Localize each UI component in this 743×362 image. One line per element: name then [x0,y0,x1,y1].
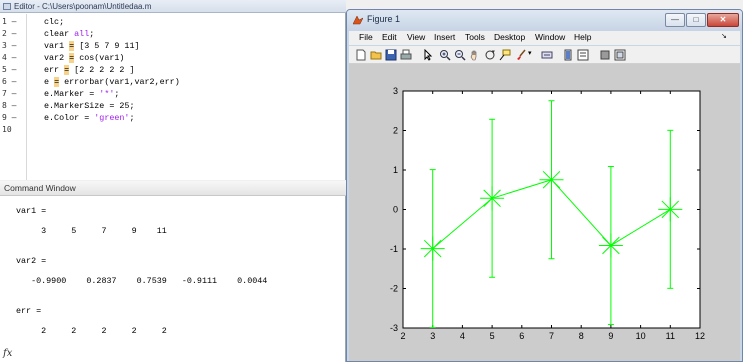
command-output-line: 2 2 2 2 2 [16,326,167,336]
line-number: 8 – [2,101,17,110]
code-line[interactable]: clc; [44,16,64,28]
line-number: 5 – [2,65,17,74]
y-tick-label: 1 [393,165,398,175]
x-tick-label: 12 [695,331,705,341]
screen: Editor - C:\Users\poonam\Untitledaa.m 1 … [0,0,743,362]
menu-window[interactable]: Window [535,32,565,42]
line-number: 1 – [2,17,17,26]
editor-icon [3,3,11,10]
zoom-out-icon[interactable] [454,49,466,61]
figure-menubar: File Edit View Insert Tools Desktop Wind… [349,31,740,45]
pointer-icon[interactable] [422,49,434,61]
line-number: 9 – [2,113,17,122]
legend-icon[interactable] [577,49,589,61]
data-point-marker [480,186,505,211]
editor-window: Editor - C:\Users\poonam\Untitledaa.m 1 … [0,0,346,180]
pan-icon[interactable] [469,49,481,61]
code-line[interactable]: e.MarkerSize = 25; [44,100,134,112]
save-icon[interactable] [385,49,397,61]
line-number: 6 – [2,77,17,86]
y-tick-label: -3 [390,323,398,333]
minimize-button[interactable]: — [665,13,685,27]
x-tick-label: 7 [549,331,554,341]
command-output-line: 3 5 7 9 11 [16,226,167,236]
menu-view[interactable]: View [407,32,425,42]
figure-titlebar[interactable]: Figure 1 — □ ✕ [347,10,742,31]
line-number: 3 – [2,41,17,50]
line-number: 2 – [2,29,17,38]
command-window[interactable]: Command Window var1 = 3 5 7 9 11 var2 = -… [0,181,346,362]
print-icon[interactable] [400,49,412,61]
editor-titlebar[interactable]: Editor - C:\Users\poonam\Untitledaa.m [0,0,346,13]
figure-canvas[interactable]: 2 3 4 5 6 7 8 9 10 11 12 -3 -2 -1 0 1 2 3 [349,64,740,361]
dock-arrow-icon[interactable]: ↘ [721,32,727,40]
x-tick-label: 9 [608,331,613,341]
command-window-title: Command Window [0,181,346,196]
y-tick-label: -2 [390,284,398,294]
y-tick-label: 3 [393,86,398,96]
code-line[interactable]: var1 = [3 5 7 9 11] [44,40,140,52]
code-line[interactable]: e.Marker = '*'; [44,88,119,100]
command-output-line: -0.9900 0.2837 0.7539 -0.9111 0.0044 [16,276,268,286]
y-tick-label: -1 [390,244,398,254]
colorbar-icon[interactable] [562,49,574,61]
editor-body[interactable]: 1 – 2 – 3 – 4 – 5 – 6 – 7 – 8 – 9 – 10 clc; clear … [0,14,346,180]
x-tick-label: 8 [579,331,584,341]
command-output-line: var1 = [16,206,47,216]
y-tick-label: 2 [393,126,398,136]
menu-edit[interactable]: Edit [382,32,397,42]
menu-help[interactable]: Help [574,32,591,42]
menu-tools[interactable]: Tools [465,32,485,42]
x-tick-label: 3 [430,331,435,341]
x-tick-label: 11 [666,331,675,341]
link-plot-icon[interactable] [541,49,553,61]
x-tick-label: 2 [400,331,405,341]
y-tick-label: 0 [393,205,398,215]
editor-title-text: Editor - C:\Users\poonam\Untitledaa.m [14,2,152,11]
menu-file[interactable]: File [359,32,373,42]
figure-title: Figure 1 [367,14,401,24]
command-output-line: var2 = [16,256,47,266]
figure-toolbar: ▾ [349,46,740,64]
x-tick-label: 4 [460,331,465,341]
figure-window: Figure 1 — □ ✕ File Edit View Insert Too… [346,9,743,362]
brush-dropdown-icon[interactable]: ▾ [528,49,532,57]
code-line[interactable]: var2 = cos(var1) [44,52,124,64]
hide-plot-tools-icon[interactable] [599,49,611,61]
brush-icon[interactable] [515,49,527,61]
code-line[interactable]: e.Color = 'green'; [44,112,134,124]
command-output-line: err = [16,306,42,316]
rotate-3d-icon[interactable] [484,49,496,61]
line-number: 7 – [2,89,17,98]
line-number-gutter: 1 – 2 – 3 – 4 – 5 – 6 – 7 – 8 – 9 – 10 [0,14,27,180]
new-figure-icon[interactable] [355,49,367,61]
show-plot-tools-icon[interactable] [614,49,626,61]
errorbar-chart[interactable]: 2 3 4 5 6 7 8 9 10 11 12-3-2-10123 [349,64,740,361]
code-line[interactable]: err = [2 2 2 2 2 ] [44,64,134,76]
line-number: 4 – [2,53,17,62]
data-cursor-icon[interactable] [499,49,511,61]
matlab-logo-icon [353,15,363,25]
fx-icon[interactable]: fx [3,348,12,359]
code-line[interactable]: e = errorbar(var1,var2,err) [44,76,180,88]
x-tick-label: 6 [519,331,524,341]
maximize-button[interactable]: □ [686,13,706,27]
close-button[interactable]: ✕ [707,13,739,27]
x-tick-label: 5 [490,331,495,341]
open-file-icon[interactable] [370,49,382,61]
line-number: 10 [2,125,12,134]
code-line[interactable]: clear all; [44,28,94,40]
menu-insert[interactable]: Insert [434,32,455,42]
x-tick-label: 10 [636,331,646,341]
zoom-in-icon[interactable] [439,49,451,61]
menu-desktop[interactable]: Desktop [494,32,525,42]
